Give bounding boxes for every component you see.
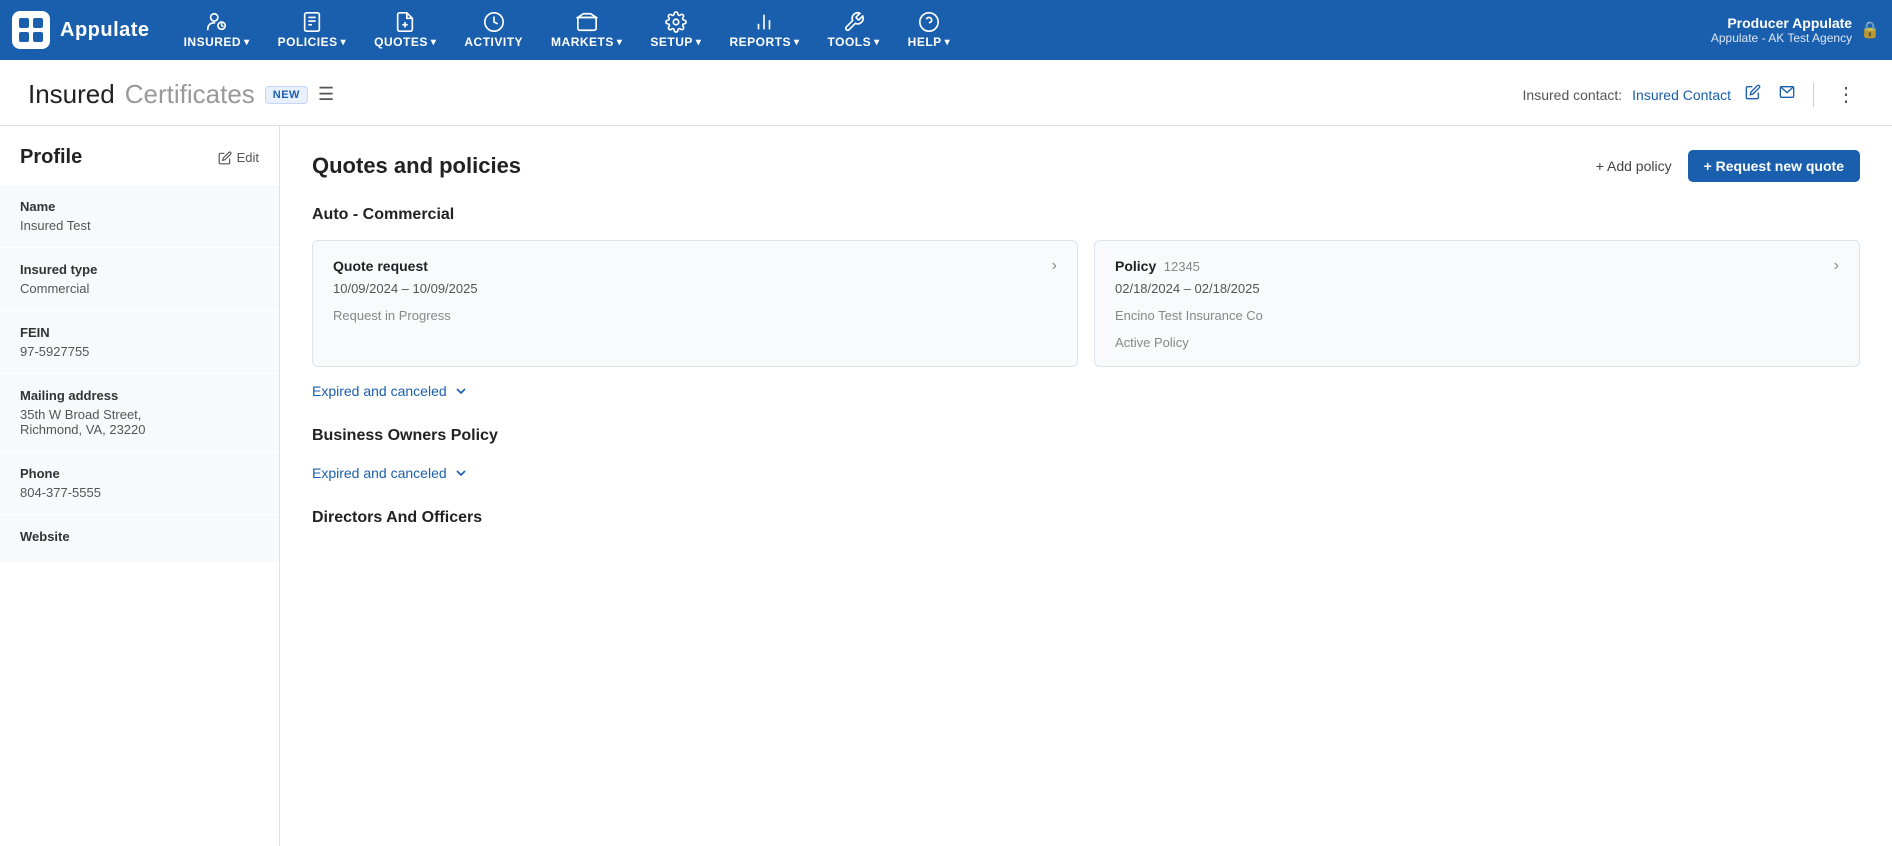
edit-contact-icon-button[interactable] (1741, 80, 1765, 109)
quote-card-chevron-icon: › (1052, 257, 1057, 275)
edit-profile-button[interactable]: Edit (218, 150, 259, 165)
profile-field-name: Name Insured Test (0, 185, 279, 247)
cards-row-auto-commercial: Quote request › 10/09/2024 – 10/09/2025 … (312, 240, 1860, 367)
app-name: Appulate (60, 19, 150, 42)
section-title-directors-officers: Directors And Officers (312, 509, 1860, 527)
section-title-business-owners: Business Owners Policy (312, 427, 1860, 445)
markets-chevron: ▾ (617, 37, 623, 48)
profile-field-phone: Phone 804-377-5555 (0, 452, 279, 514)
lock-icon: 🔒 (1860, 20, 1880, 40)
help-chevron: ▾ (945, 37, 951, 48)
profile-field-fein: FEIN 97-5927755 (0, 311, 279, 373)
reports-chevron: ▾ (794, 37, 800, 48)
header-divider (1813, 83, 1814, 107)
request-new-quote-button[interactable]: + Request new quote (1688, 150, 1860, 182)
policies-chevron: ▾ (341, 37, 347, 48)
insured-contact-link[interactable]: Insured Contact (1632, 87, 1731, 103)
nav-item-help[interactable]: HELP ▾ (894, 0, 965, 60)
expired-row-auto-commercial: Expired and canceled (312, 379, 1860, 403)
nav-item-tools[interactable]: TOOLS ▾ (814, 0, 894, 60)
add-policy-button[interactable]: + Add policy (1596, 158, 1672, 174)
app-logo[interactable]: Appulate (12, 11, 150, 49)
main-content: Quotes and policies + Add policy + Reque… (280, 126, 1892, 846)
expired-toggle-business-owners[interactable]: Expired and canceled (312, 461, 469, 485)
page-header: Insured Certificates NEW ☰ Insured conta… (0, 60, 1892, 126)
quote-request-card[interactable]: Quote request › 10/09/2024 – 10/09/2025 … (312, 240, 1078, 367)
expired-row-business-owners: Expired and canceled (312, 461, 1860, 485)
tools-chevron: ▾ (874, 37, 880, 48)
page-title-certificates: Certificates (125, 79, 255, 110)
new-badge: NEW (265, 86, 308, 104)
user-info: Producer Appulate Appulate - AK Test Age… (1711, 15, 1852, 45)
nav-item-policies[interactable]: POLICIES ▾ (264, 0, 361, 60)
nav-item-markets[interactable]: MARKETS ▾ (537, 0, 636, 60)
content-title: Quotes and policies (312, 153, 521, 179)
logo-icon (12, 11, 50, 49)
nav-item-reports[interactable]: REPORTS ▾ (715, 0, 813, 60)
main-layout: Profile Edit Name Insured Test Insured t… (0, 126, 1892, 846)
nav-items-list: INSURED ▾ POLICIES ▾ QUOTES ▾ (170, 0, 1711, 60)
hamburger-menu-icon[interactable]: ☰ (318, 84, 334, 105)
insured-chevron: ▾ (244, 37, 250, 48)
content-actions: + Add policy + Request new quote (1596, 150, 1860, 182)
nav-item-insured[interactable]: INSURED ▾ (170, 0, 264, 60)
nav-item-setup[interactable]: SETUP ▾ (636, 0, 715, 60)
email-contact-icon-button[interactable] (1775, 80, 1799, 109)
page-title-area: Insured Certificates NEW ☰ (28, 79, 334, 110)
nav-item-quotes[interactable]: QUOTES ▾ (360, 0, 450, 60)
quotes-chevron: ▾ (431, 37, 437, 48)
sidebar-header: Profile Edit (0, 146, 279, 185)
profile-title: Profile (20, 146, 82, 169)
page-title-insured: Insured (28, 79, 115, 110)
profile-field-website: Website (0, 515, 279, 562)
policy-card-chevron-icon: › (1834, 257, 1839, 275)
setup-chevron: ▾ (696, 37, 702, 48)
profile-sidebar: Profile Edit Name Insured Test Insured t… (0, 126, 280, 846)
profile-field-mailing-address: Mailing address 35th W Broad Street,Rich… (0, 374, 279, 451)
top-navigation: Appulate INSURED ▾ POLICIES ▾ (0, 0, 1892, 60)
policy-section-directors-officers: Directors And Officers (312, 509, 1860, 527)
profile-field-insured-type: Insured type Commercial (0, 248, 279, 310)
expired-toggle-auto-commercial[interactable]: Expired and canceled (312, 379, 469, 403)
insured-contact-label: Insured contact: (1523, 87, 1623, 103)
nav-item-activity[interactable]: ACTIVITY (450, 0, 537, 60)
policy-card-12345[interactable]: Policy 12345 › 02/18/2024 – 02/18/2025 E… (1094, 240, 1860, 367)
content-header: Quotes and policies + Add policy + Reque… (312, 150, 1860, 182)
policy-section-auto-commercial: Auto - Commercial Quote request › 10/09/… (312, 206, 1860, 403)
page-header-actions: Insured contact: Insured Contact ⋮ (1523, 78, 1864, 111)
more-options-button[interactable]: ⋮ (1828, 78, 1864, 111)
policy-section-business-owners: Business Owners Policy Expired and cance… (312, 427, 1860, 485)
section-title-auto-commercial: Auto - Commercial (312, 206, 1860, 224)
